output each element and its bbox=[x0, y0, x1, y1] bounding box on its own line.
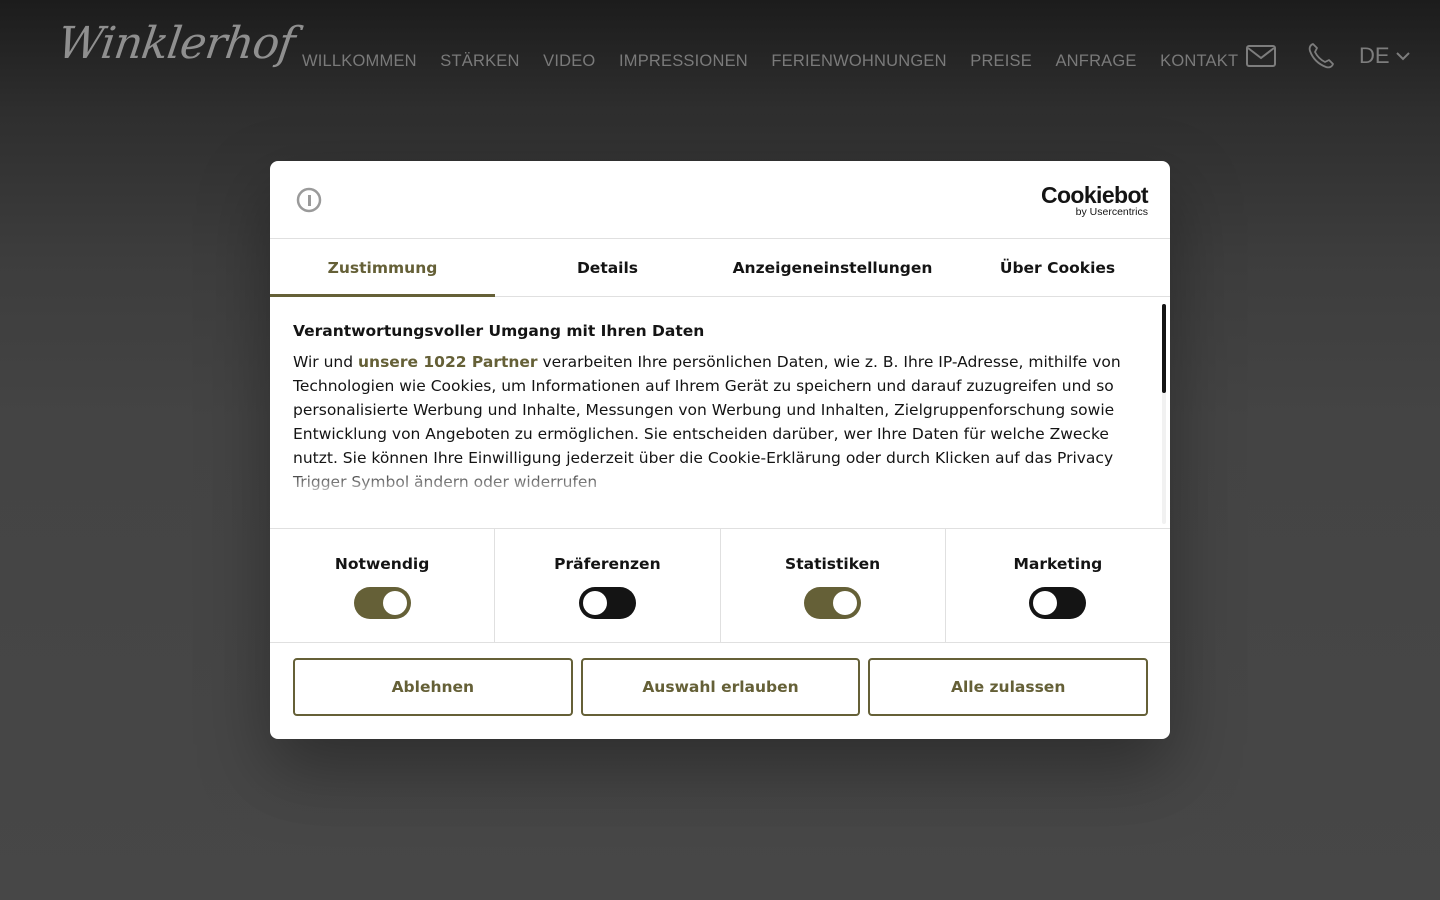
nav-item-impressionen[interactable]: IMPRESSIONEN bbox=[619, 52, 748, 71]
cookiebot-brand: Cookiebot bbox=[1040, 182, 1149, 208]
scrollbar-thumb[interactable] bbox=[1162, 304, 1166, 393]
toggle-praeferenzen[interactable] bbox=[578, 587, 636, 619]
chevron-down-icon bbox=[1395, 52, 1410, 61]
category-praeferenzen: Präferenzen bbox=[495, 529, 721, 642]
nav-item-staerken[interactable]: STÄRKEN bbox=[440, 52, 519, 71]
privacy-trigger-icon bbox=[296, 187, 322, 213]
category-label: Notwendig bbox=[334, 555, 430, 573]
consent-title: Verantwortungsvoller Umgang mit Ihren Da… bbox=[293, 322, 705, 340]
header-actions: DE bbox=[1245, 40, 1410, 72]
nav-item-ferienwohnungen[interactable]: FERIENWOHNUNGEN bbox=[771, 52, 946, 71]
allow-all-button[interactable]: Alle zulassen bbox=[868, 658, 1149, 716]
dialog-tabs: Zustimmung Details Anzeigeneinstellungen… bbox=[270, 239, 1170, 297]
toggle-marketing[interactable] bbox=[1029, 587, 1087, 619]
tab-ueber-cookies[interactable]: Über Cookies bbox=[945, 239, 1170, 296]
nav-item-preise[interactable]: PREISE bbox=[970, 52, 1032, 71]
main-nav: WILLKOMMEN STÄRKEN VIDEO IMPRESSIONEN FE… bbox=[302, 52, 1262, 71]
text-fade bbox=[270, 468, 1150, 528]
language-selector[interactable]: DE bbox=[1359, 43, 1410, 69]
cookiebot-brand-sub: by Usercentrics bbox=[1075, 206, 1148, 218]
nav-item-anfrage[interactable]: ANFRAGE bbox=[1055, 52, 1136, 71]
nav-item-kontakt[interactable]: KONTAKT bbox=[1160, 52, 1238, 71]
toggle-statistiken[interactable] bbox=[804, 587, 862, 619]
toggle-notwendig[interactable] bbox=[353, 587, 411, 619]
partners-link[interactable]: unsere 1022 Partner bbox=[358, 353, 538, 371]
category-label: Präferenzen bbox=[554, 555, 661, 573]
consent-categories: Notwendig Präferenzen Statistiken Market… bbox=[270, 529, 1170, 643]
site-logo[interactable]: Winklerhof bbox=[54, 18, 297, 69]
category-marketing: Marketing bbox=[946, 529, 1170, 642]
reject-button[interactable]: Ablehnen bbox=[293, 658, 573, 716]
dialog-header: Cookiebot by Usercentrics bbox=[270, 161, 1170, 239]
tab-zustimmung[interactable]: Zustimmung bbox=[270, 239, 495, 297]
cookiebot-logo: Cookiebot by Usercentrics bbox=[1040, 182, 1149, 218]
category-statistiken: Statistiken bbox=[721, 529, 946, 642]
consent-buttons: Ablehnen Auswahl erlauben Alle zulassen bbox=[293, 658, 1149, 716]
category-label: Statistiken bbox=[785, 555, 881, 573]
consent-text-start: Wir und bbox=[293, 353, 359, 371]
consent-body[interactable]: Verantwortungsvoller Umgang mit Ihren Da… bbox=[270, 298, 1170, 529]
mail-icon[interactable] bbox=[1245, 40, 1277, 72]
nav-item-video[interactable]: VIDEO bbox=[543, 52, 595, 71]
nav-item-willkommen[interactable]: WILLKOMMEN bbox=[302, 52, 417, 71]
language-label: DE bbox=[1359, 43, 1390, 68]
tab-details[interactable]: Details bbox=[495, 239, 720, 296]
site-header: Winklerhof WILLKOMMEN STÄRKEN VIDEO IMPR… bbox=[0, 0, 1440, 120]
phone-icon[interactable] bbox=[1305, 40, 1337, 72]
cookie-consent-dialog: Cookiebot by Usercentrics Zustimmung Det… bbox=[270, 161, 1170, 739]
category-label: Marketing bbox=[1013, 555, 1103, 573]
tab-anzeigeneinstellungen[interactable]: Anzeigeneinstellungen bbox=[720, 239, 945, 296]
allow-selection-button[interactable]: Auswahl erlauben bbox=[580, 658, 861, 716]
category-notwendig: Notwendig bbox=[270, 529, 496, 642]
